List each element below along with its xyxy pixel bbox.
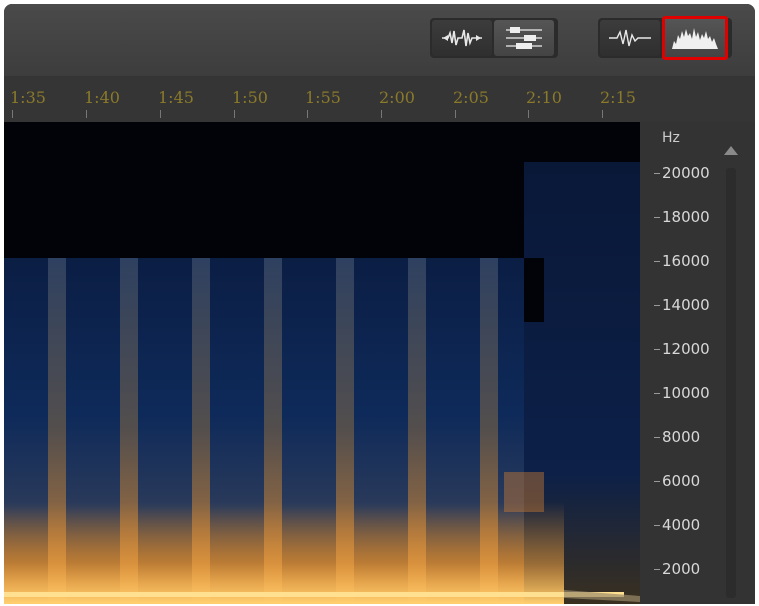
- spectrogram-view[interactable]: [4, 122, 640, 604]
- time-label: 1:35: [10, 88, 46, 107]
- display-mode-group: [598, 16, 732, 60]
- time-tick: [86, 110, 87, 118]
- frequency-axis: Hz 20000 18000 16000 14000 12000 10000 8…: [640, 122, 755, 604]
- time-label: 1:50: [232, 88, 268, 107]
- time-label: 1:45: [158, 88, 194, 107]
- timeline-ruler[interactable]: 1:35 1:40 1:45 1:50 1:55 2:00 2:05 2:10 …: [4, 76, 755, 123]
- time-tick: [455, 110, 456, 118]
- frequency-tick: [654, 173, 660, 174]
- spectrogram-image: [4, 122, 640, 604]
- frequency-label: 20000: [662, 164, 710, 182]
- scroll-up-arrow-icon[interactable]: [724, 146, 738, 155]
- time-label: 2:00: [379, 88, 415, 107]
- multitrack-lanes-button[interactable]: [494, 20, 554, 56]
- frequency-label: 10000: [662, 384, 710, 402]
- time-label: 2:10: [526, 88, 562, 107]
- frequency-label: 18000: [662, 208, 710, 226]
- time-label: 1:40: [84, 88, 120, 107]
- frequency-tick: [654, 481, 660, 482]
- frequency-label: 16000: [662, 252, 710, 270]
- app-window: 1:35 1:40 1:45 1:50 1:55 2:00 2:05 2:10 …: [4, 4, 755, 604]
- frequency-tick: [654, 217, 660, 218]
- frequency-tick: [654, 437, 660, 438]
- time-tick: [381, 110, 382, 118]
- frequency-tick: [654, 305, 660, 306]
- time-label: 2:05: [453, 88, 489, 107]
- frequency-label: 8000: [662, 428, 701, 446]
- frequency-tick: [654, 393, 660, 394]
- frequency-tick: [654, 261, 660, 262]
- time-label: 1:55: [305, 88, 341, 107]
- time-tick: [234, 110, 235, 118]
- waveform-clip-button[interactable]: [432, 20, 492, 56]
- spectral-display-button[interactable]: [662, 16, 728, 60]
- frequency-tick: [654, 525, 660, 526]
- toolbar: [4, 4, 755, 77]
- hz-unit-label: Hz: [662, 130, 680, 146]
- frequency-label: 6000: [662, 472, 701, 490]
- waveform-display-button[interactable]: [600, 20, 660, 56]
- waveform-clip-icon: [442, 29, 482, 47]
- spectral-display-icon: [672, 28, 718, 49]
- time-tick: [602, 110, 603, 118]
- time-tick: [528, 110, 529, 118]
- waveform-display-icon: [609, 29, 651, 47]
- time-tick: [12, 110, 13, 118]
- view-mode-group: [430, 18, 558, 58]
- frequency-label: 12000: [662, 340, 710, 358]
- frequency-label: 2000: [662, 560, 701, 578]
- frequency-tick: [654, 349, 660, 350]
- frequency-tick: [654, 569, 660, 570]
- frequency-label: 4000: [662, 516, 701, 534]
- time-tick: [160, 110, 161, 118]
- frequency-label: 14000: [662, 296, 710, 314]
- time-label: 2:15: [600, 88, 636, 107]
- vertical-scrollbar[interactable]: [726, 168, 736, 598]
- multitrack-lanes-icon: [506, 27, 542, 49]
- time-tick: [307, 110, 308, 118]
